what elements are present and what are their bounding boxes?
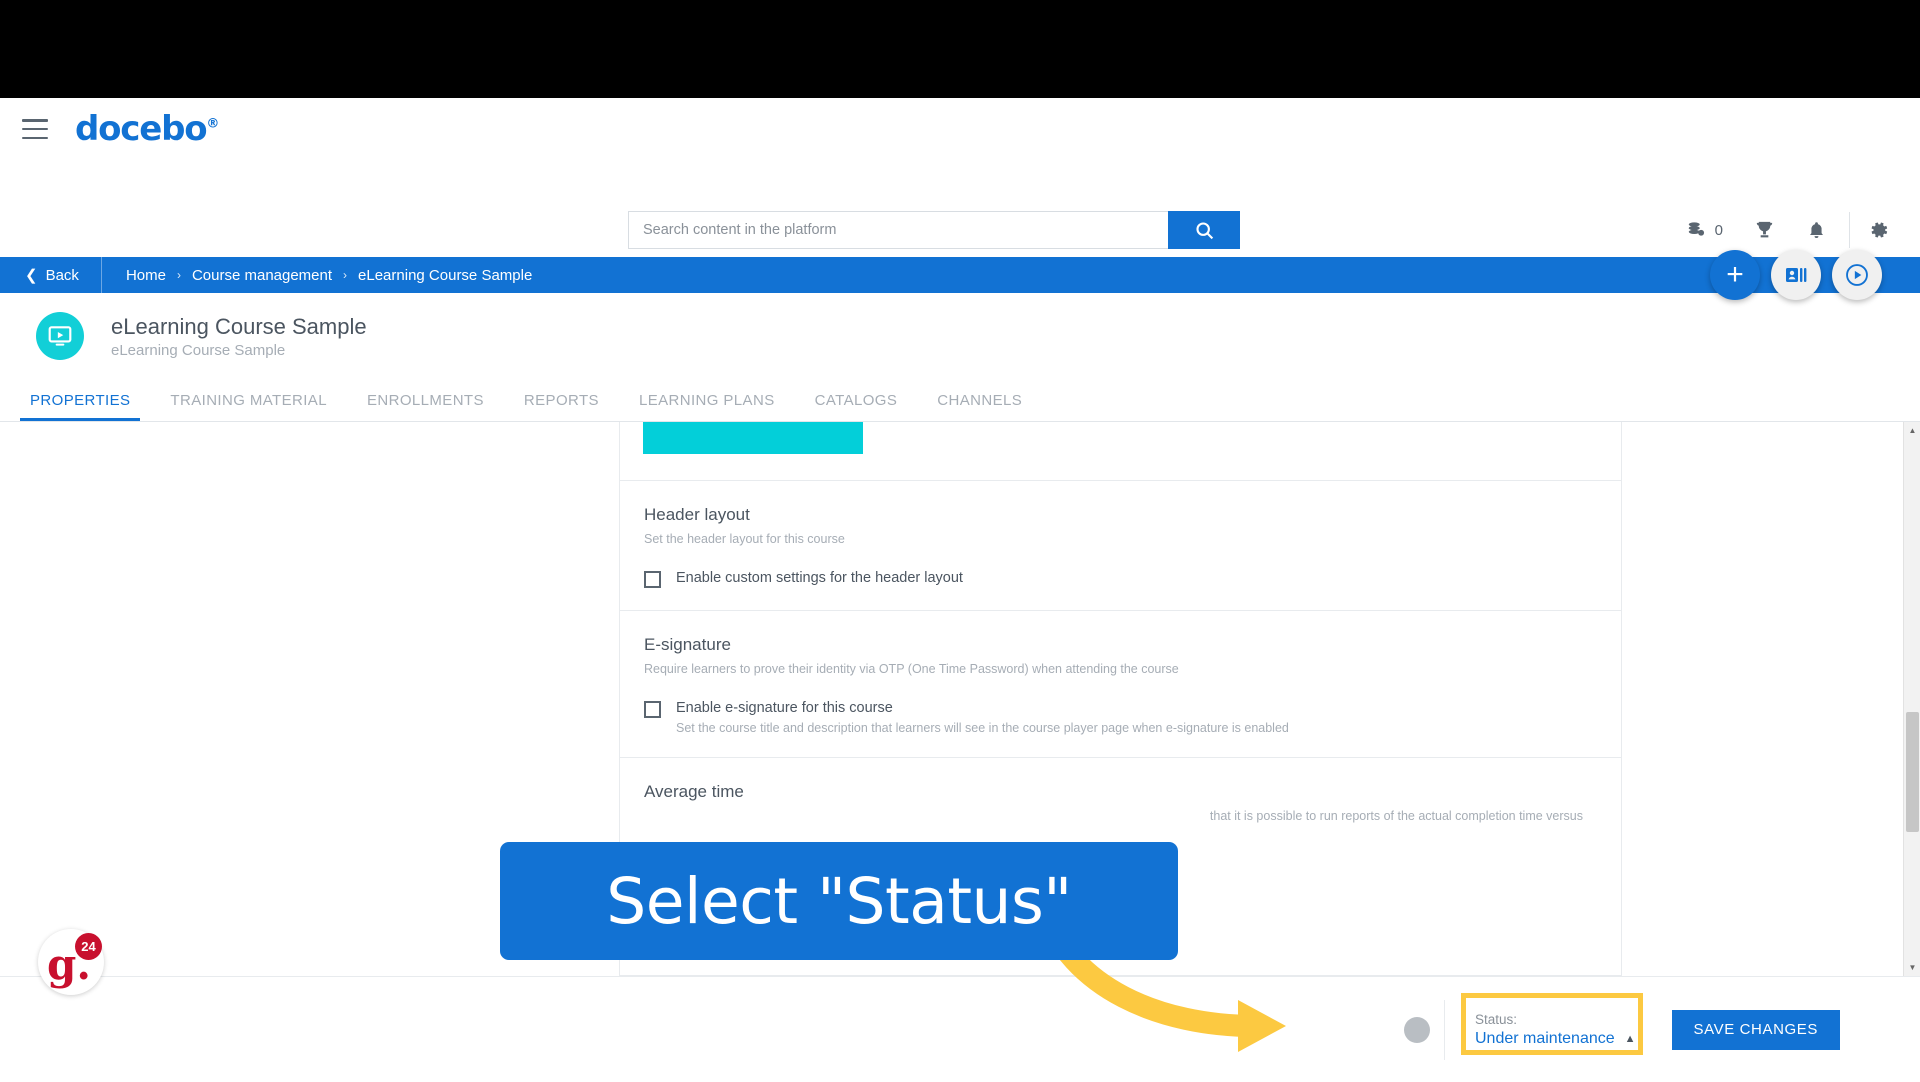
section-title: Average time [644, 782, 744, 802]
section-esignature: E-signature Require learners to prove th… [620, 610, 1621, 757]
app-window: docebo® 0 [0, 98, 1920, 1082]
watermark-badge[interactable]: g. 24 [38, 929, 104, 995]
status-dropdown[interactable]: Status: Under maintenance ▲ [1461, 992, 1646, 1055]
bell-icon [1810, 221, 1823, 238]
header-layout-checkbox[interactable] [644, 571, 661, 589]
breadcrumb-item-home[interactable]: Home [126, 267, 166, 284]
breadcrumb-separator: › [343, 268, 348, 282]
breadcrumb-item-current[interactable]: eLearning Course Sample [358, 267, 532, 284]
search-input[interactable] [628, 211, 1168, 249]
tab-enrollments[interactable]: ENROLLMENTS [347, 392, 504, 421]
back-label: Back [45, 266, 79, 284]
gear-icon [1871, 222, 1888, 238]
breadcrumb-separator: › [176, 268, 181, 282]
callout-text: Select "Status" [606, 864, 1072, 938]
global-search [628, 211, 1240, 249]
gamification-button[interactable] [1753, 211, 1776, 249]
header-layout-checkbox-label: Enable custom settings for the header la… [676, 570, 963, 587]
floating-action-buttons: + [1710, 250, 1882, 300]
badge-count: 24 [75, 933, 102, 960]
chevron-left-icon: ❮ [25, 266, 38, 284]
trophy-icon [1756, 221, 1773, 237]
coins-button[interactable]: 0 [1686, 211, 1723, 249]
coins-count: 0 [1714, 221, 1723, 239]
docebo-logo[interactable]: docebo® [75, 109, 219, 149]
add-button[interactable]: + [1710, 250, 1760, 300]
esignature-checkbox-row[interactable]: Enable e-signature for this course Set t… [644, 700, 1597, 735]
section-subtitle: Set the header layout for this course [644, 532, 845, 546]
breadcrumb-item-course-management[interactable]: Course management [192, 267, 332, 284]
search-button[interactable] [1168, 211, 1240, 249]
section-title: E-signature [644, 635, 731, 655]
upload-image-button[interactable] [643, 422, 863, 454]
breadcrumb-bar: ❮ Back Home › Course management › eLearn… [0, 257, 1920, 293]
back-button[interactable]: ❮ Back [0, 257, 102, 293]
logo-registered-mark: ® [206, 116, 219, 132]
tab-catalogs[interactable]: CATALOGS [795, 392, 918, 421]
course-monitor-play-icon [48, 326, 72, 346]
play-circle-icon [1846, 264, 1868, 286]
bottom-bar-divider [1444, 999, 1445, 1060]
enrollments-button[interactable] [1771, 250, 1821, 300]
page-title: eLearning Course Sample [111, 313, 367, 339]
instruction-callout: Select "Status" [500, 842, 1178, 960]
section-average-time: Average time that it is possible to run … [620, 757, 1621, 847]
status-value: Under maintenance [1475, 1030, 1615, 1048]
logo-text: docebo [75, 109, 208, 149]
status-toggle-indicator[interactable] [1404, 1016, 1430, 1043]
scroll-down-arrow-icon[interactable]: ▼ [1904, 959, 1920, 976]
esignature-checkbox-label: Enable e-signature for this course [676, 700, 893, 717]
tab-properties[interactable]: PROPERTIES [10, 392, 150, 421]
play-course-button[interactable] [1832, 250, 1882, 300]
header-layout-checkbox-row[interactable]: Enable custom settings for the header la… [644, 570, 1597, 589]
course-icon-badge [36, 312, 84, 360]
top-bar-icons: 0 [1686, 211, 1920, 249]
caret-up-icon: ▲ [1624, 1033, 1636, 1046]
course-header: eLearning Course Sample eLearning Course… [0, 293, 1920, 379]
top-bar-divider [1849, 212, 1850, 248]
status-label: Status: [1475, 1011, 1518, 1027]
search-icon [1195, 221, 1213, 239]
notifications-button[interactable] [1806, 211, 1827, 249]
tab-channels[interactable]: CHANNELS [917, 392, 1042, 421]
bottom-action-bar: Status: Under maintenance ▲ SAVE CHANGES [0, 976, 1920, 1082]
section-subtitle: that it is possible to run reports of th… [1209, 809, 1583, 824]
plus-icon: + [1726, 258, 1744, 291]
id-card-icon [1786, 268, 1807, 282]
course-subtitle: eLearning Course Sample [111, 342, 286, 360]
settings-button[interactable] [1868, 211, 1890, 249]
section-subtitle: Require learners to prove their identity… [644, 662, 1179, 677]
scroll-up-arrow-icon[interactable]: ▲ [1904, 422, 1920, 439]
course-header-texts: eLearning Course Sample eLearning Course… [111, 313, 367, 360]
section-title: Header layout [644, 505, 750, 524]
scrollbar-thumb[interactable] [1906, 712, 1919, 832]
top-navigation-bar: docebo® [0, 98, 1920, 160]
section-header-layout: Header layout Set the header layout for … [620, 480, 1621, 610]
vertical-scrollbar[interactable]: ▲ ▼ [1903, 422, 1920, 976]
breadcrumb: Home › Course management › eLearning Cou… [102, 267, 532, 284]
coins-icon [1688, 222, 1704, 236]
esignature-checkbox-help: Set the course title and description tha… [676, 721, 1289, 736]
tab-reports[interactable]: REPORTS [504, 392, 619, 421]
tab-training-material[interactable]: TRAINING MATERIAL [150, 392, 347, 421]
save-changes-button[interactable]: SAVE CHANGES [1671, 1009, 1840, 1050]
tab-learning-plans[interactable]: LEARNING PLANS [619, 392, 795, 421]
esignature-checkbox[interactable] [644, 701, 661, 719]
hamburger-menu-icon[interactable] [22, 119, 48, 139]
course-tabs: PROPERTIES TRAINING MATERIAL ENROLLMENTS… [0, 379, 1920, 422]
